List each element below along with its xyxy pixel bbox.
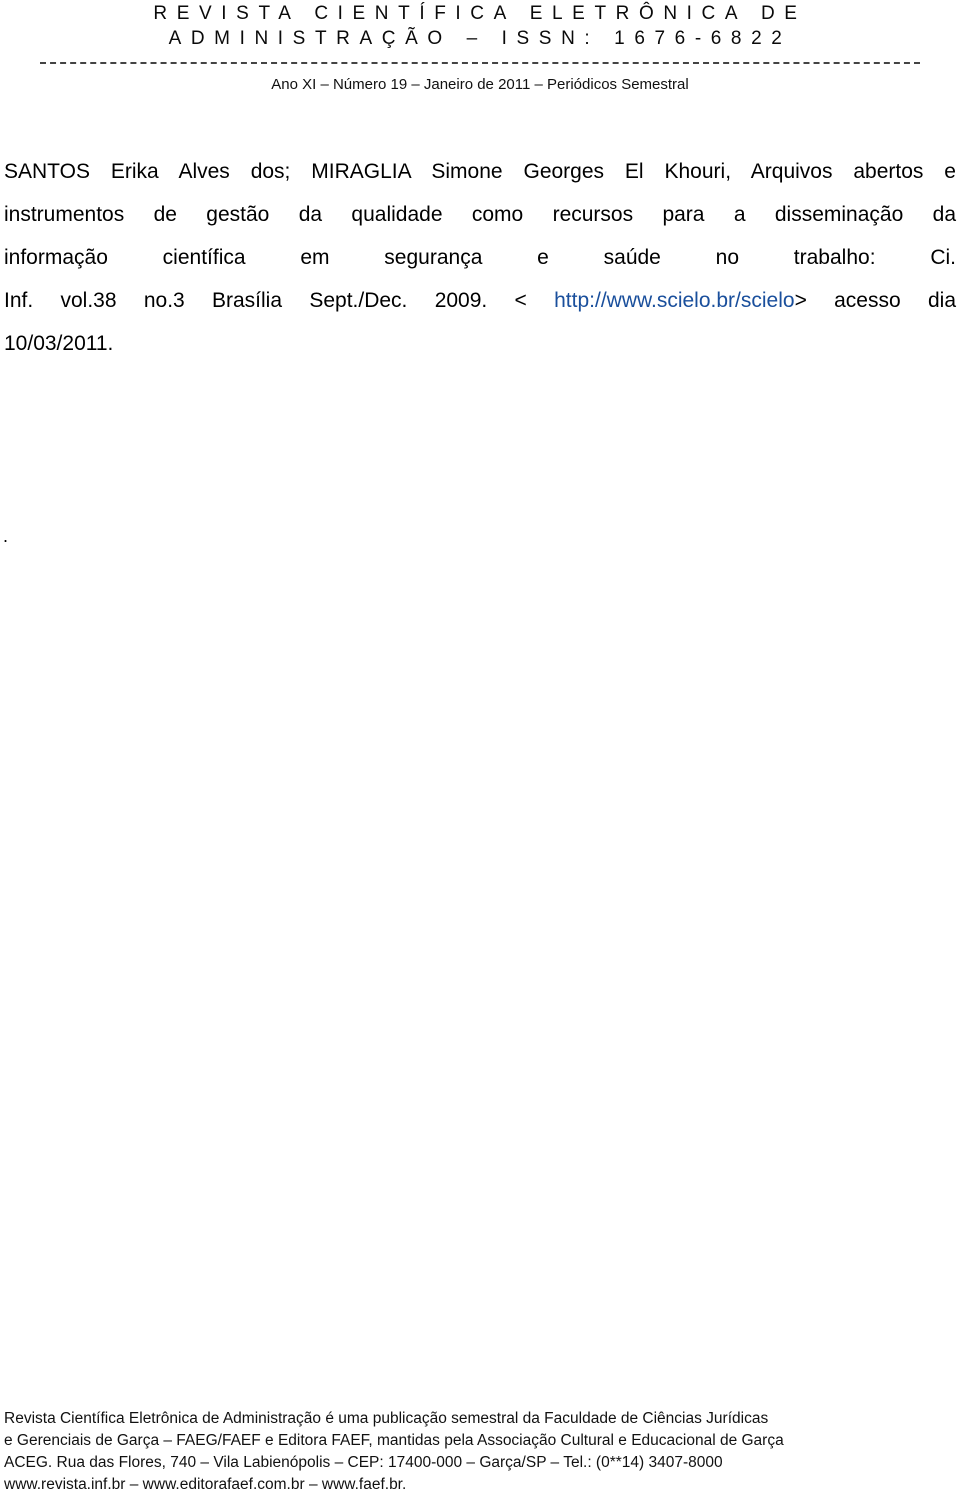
page-footer: Revista Científica Eletrônica de Adminis…: [4, 1408, 954, 1496]
footer-line: ACEG. Rua das Flores, 740 – Vila Labienó…: [4, 1454, 723, 1471]
journal-title-line-2: ADMINISTRAÇÃO – ISSN: 1676-6822: [168, 28, 792, 49]
footer-websites: www.revista.inf.br – www.editorafaef.com…: [4, 1476, 407, 1493]
reference-line: informação científica em segurança e saú…: [4, 246, 956, 269]
footer-line: Revista Científica Eletrônica de Adminis…: [4, 1410, 769, 1427]
footer-line: e Gerenciais de Garça – FAEG/FAEF e Edit…: [4, 1432, 784, 1449]
reference-access: > acesso dia: [794, 289, 956, 312]
journal-title-line-1: REVISTA CIENTÍFICA ELETRÔNICA DE: [153, 3, 807, 24]
reference-line: SANTOS Erika Alves dos; MIRAGLIA Simone …: [4, 160, 956, 183]
reference-line: instrumentos de gestão da qualidade como…: [4, 203, 956, 226]
dashed-divider: [40, 62, 920, 72]
reference-source: Inf. vol.38 no.3 Brasília Sept./Dec. 200…: [4, 289, 555, 312]
issue-info: Ano XI – Número 19 – Janeiro de 2011 – P…: [271, 76, 689, 93]
reference-line: Inf. vol.38 no.3 Brasília Sept./Dec. 200…: [4, 279, 956, 322]
stray-period: .: [3, 526, 9, 546]
bibliographic-reference: SANTOS Erika Alves dos; MIRAGLIA Simone …: [4, 150, 956, 365]
reference-access-date: 10/03/2011.: [4, 332, 114, 355]
scielo-link[interactable]: http://www.scielo.br/scielo: [554, 289, 794, 312]
